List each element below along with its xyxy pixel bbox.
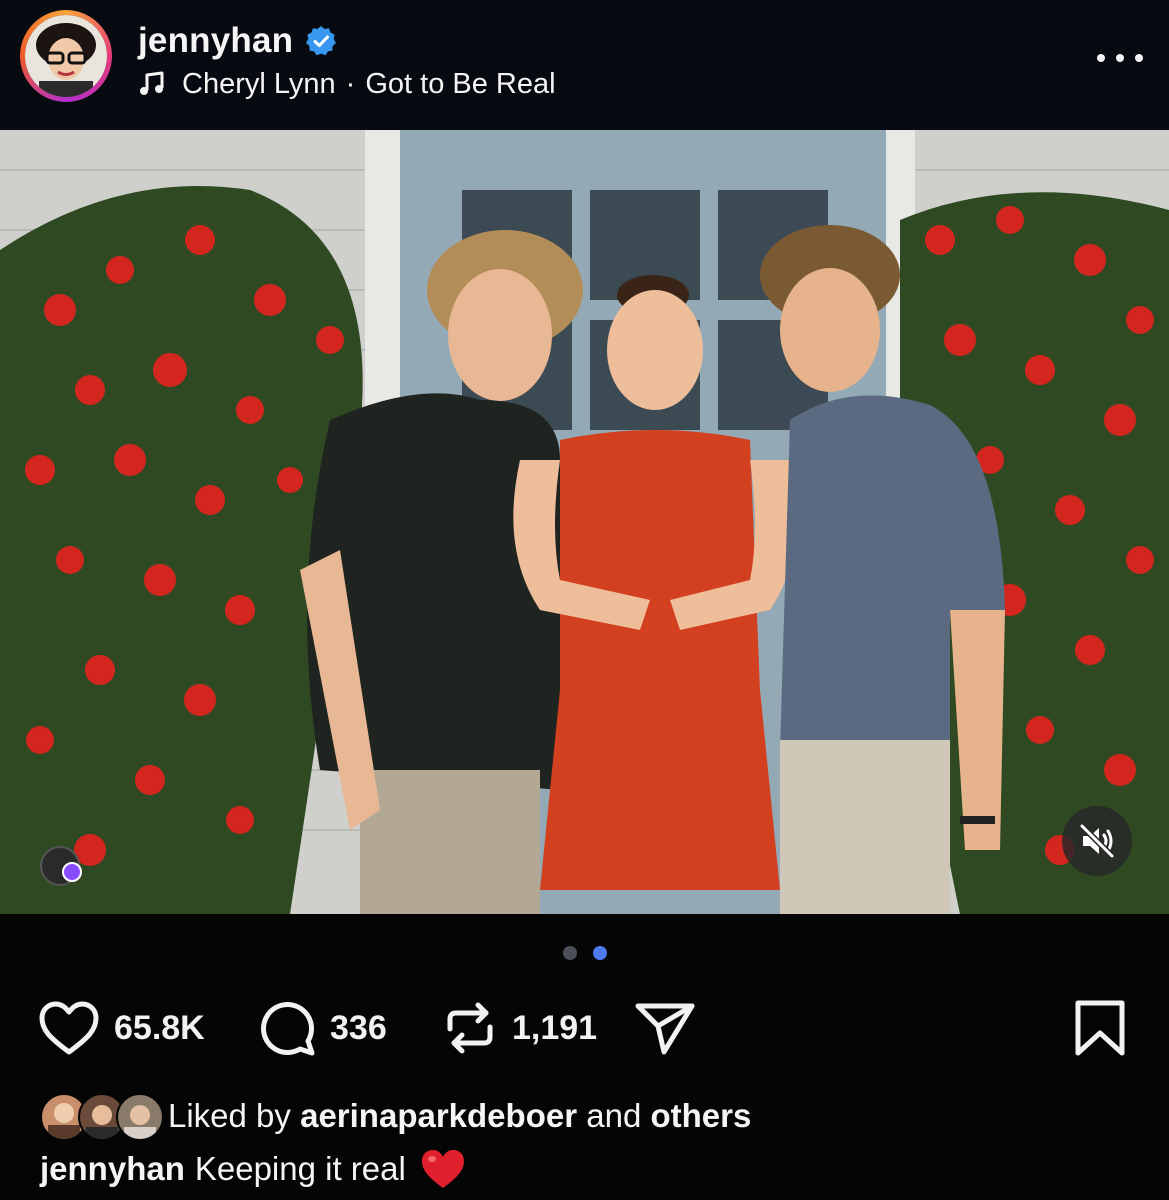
music-note-icon [140,71,164,95]
carousel-dot[interactable] [562,946,577,960]
share-button[interactable] [634,996,696,1060]
liked-by-row[interactable]: Liked by aerinaparkdeboer and others [40,1092,751,1141]
send-icon [635,1003,695,1055]
comment-count: 336 [330,1008,387,1047]
post-header: jennyhan Cheryl Lynn · Got to Be Real [0,0,1169,130]
caption-text: Keeping it real [194,1150,406,1187]
photo-illustration [0,130,1169,914]
music-song: Got to Be Real [365,67,556,100]
post-photo[interactable] [0,130,1169,914]
repost-button[interactable]: 1,191 [442,996,597,1060]
carousel-dot-active[interactable] [592,946,607,960]
more-options-icon[interactable] [1097,38,1143,78]
like-count: 65.8K [114,1008,205,1047]
like-button[interactable]: 65.8K [38,996,205,1060]
liked-by-conjunction: and [586,1097,642,1134]
post-caption: jennyhan Keeping it real [40,1146,466,1192]
action-bar: 65.8K 336 1,191 [0,996,1169,1060]
music-separator: · [345,67,356,100]
music-attribution[interactable]: Cheryl Lynn · Got to Be Real [138,66,556,102]
bookmark-icon [1075,1000,1125,1056]
verified-badge-icon [306,26,337,56]
liked-by-user[interactable]: aerinaparkdeboer [300,1097,577,1135]
liked-by-others[interactable]: others [650,1097,751,1135]
caption-username[interactable]: jennyhan [40,1150,185,1188]
comment-icon [261,1002,315,1056]
post-username[interactable]: jennyhan [138,21,293,61]
liker-avatar [116,1093,164,1141]
avatar-image [25,15,107,97]
carousel-indicator [0,946,1169,960]
muted-speaker-icon[interactable] [1062,806,1132,876]
heart-icon [39,1001,99,1055]
liker-avatars [40,1093,164,1141]
tag-indicator-icon [62,862,82,882]
repost-count: 1,191 [512,1008,598,1047]
save-button[interactable] [1074,996,1126,1060]
username-row: jennyhan [138,20,337,62]
music-artist: Cheryl Lynn [182,67,336,100]
comment-button[interactable]: 336 [258,996,387,1060]
liked-by-prefix: Liked by [168,1097,291,1134]
heart-emoji-icon [421,1150,464,1188]
repost-icon [447,1002,493,1054]
profile-avatar[interactable] [20,10,112,102]
